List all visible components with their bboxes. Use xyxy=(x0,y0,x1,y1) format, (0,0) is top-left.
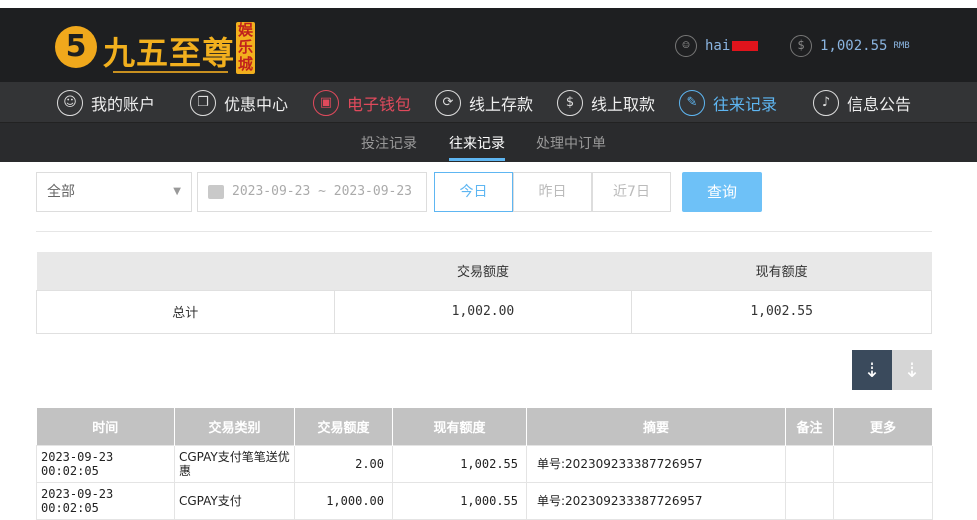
bell-icon: ♪ xyxy=(813,90,839,116)
active-tab-indicator xyxy=(449,158,505,161)
column-header-summary: 摘要 xyxy=(526,408,786,445)
logo-badge: 娱乐城 xyxy=(236,21,255,74)
currency-label: RMB xyxy=(893,41,910,51)
chevron-down-icon: ▼ xyxy=(173,186,181,197)
nav-item-wallet[interactable]: ▣ 电子钱包 xyxy=(313,89,411,117)
dollar-icon: $ xyxy=(790,35,812,57)
cell-type: CGPAY支付 xyxy=(174,481,295,520)
nav-item-account[interactable]: ☺ 我的账户 xyxy=(57,89,155,117)
cell-time: 2023-09-23 00:02:05 xyxy=(36,481,175,520)
balance-amount: 1,002.55 xyxy=(820,38,888,54)
cell-amount: 2.00 xyxy=(294,444,393,483)
nav-label: 往来记录 xyxy=(713,95,778,114)
query-button[interactable]: 查询 xyxy=(682,172,762,212)
last-7-days-button[interactable]: 近7日 xyxy=(592,172,671,212)
table-row: 2023-09-23 00:02:05 CGPAY支付 1,000.00 1,0… xyxy=(36,481,933,520)
nav-item-promotions[interactable]: ❒ 优惠中心 xyxy=(190,89,288,117)
tab-transaction-records[interactable]: 往来记录 xyxy=(449,133,505,153)
logo-text: 九五至尊 xyxy=(103,34,236,72)
summary-header: 现有额度 xyxy=(631,252,932,290)
nav-item-records[interactable]: ✎ 往来记录 xyxy=(679,89,777,117)
cell-remark xyxy=(785,444,834,483)
nav-label: 优惠中心 xyxy=(224,95,289,114)
nav-label: 线上取款 xyxy=(591,95,656,114)
records-icon: ✎ xyxy=(679,90,705,116)
logo-ornament xyxy=(113,71,228,73)
date-range-picker[interactable]: 2023-09-23 ~ 2023-09-23 xyxy=(197,172,427,212)
column-header-more: 更多 xyxy=(833,408,933,445)
cell-balance: 1,000.55 xyxy=(392,481,527,520)
column-header-balance: 现有额度 xyxy=(392,408,527,445)
username: hai xyxy=(705,38,731,54)
column-header-time: 时间 xyxy=(36,408,175,445)
summary-header xyxy=(36,252,335,290)
main-nav: ☺ 我的账户 ❒ 优惠中心 ▣ 电子钱包 ⟳ 线上存款 $ 线上取款 ✎ 往来记… xyxy=(0,82,977,123)
tab-bet-records[interactable]: 投注记录 xyxy=(361,133,417,153)
cell-more[interactable] xyxy=(833,481,933,520)
sort-desc-icon[interactable]: ⇣ xyxy=(852,350,892,390)
cell-time: 2023-09-23 00:02:05 xyxy=(36,444,175,483)
tab-pending-orders[interactable]: 处理中订单 xyxy=(536,133,606,153)
withdraw-icon: $ xyxy=(557,90,583,116)
balance-info: $ 1,002.55 RMB xyxy=(790,34,910,58)
column-header-amount: 交易额度 xyxy=(294,408,393,445)
type-select[interactable]: 全部 ▼ xyxy=(36,172,192,212)
sort-asc-icon[interactable]: ⇣ xyxy=(892,350,932,390)
column-header-type: 交易类别 xyxy=(174,408,295,445)
cell-type: CGPAY支付笔笔送优惠 xyxy=(174,444,295,483)
column-header-remark: 备注 xyxy=(785,408,834,445)
type-select-value: 全部 xyxy=(47,184,75,200)
cell-more[interactable] xyxy=(833,444,933,483)
calendar-icon xyxy=(208,185,224,199)
divider xyxy=(36,231,932,232)
cell-remark xyxy=(785,481,834,520)
today-button[interactable]: 今日 xyxy=(434,172,513,212)
gift-icon: ❒ xyxy=(190,90,216,116)
summary-table: 交易额度 现有额度 总计 1,002.00 1,002.55 xyxy=(36,252,932,334)
nav-label: 我的账户 xyxy=(91,95,156,114)
nav-item-withdraw[interactable]: $ 线上取款 xyxy=(557,89,655,117)
summary-header: 交易额度 xyxy=(334,252,632,290)
cell-amount: 1,000.00 xyxy=(294,481,393,520)
date-range-value: 2023-09-23 ~ 2023-09-23 xyxy=(232,184,413,199)
summary-current-balance: 1,002.55 xyxy=(631,289,932,334)
summary-total-label: 总计 xyxy=(36,289,335,334)
site-logo[interactable]: 5 九五至尊 娱乐城 xyxy=(55,18,260,78)
deposit-icon: ⟳ xyxy=(435,90,461,116)
cell-summary: 单号:20230923338772695​7 xyxy=(526,444,786,483)
nav-label: 信息公告 xyxy=(847,95,912,114)
sub-nav: 投注记录 往来记录 处理中订单 xyxy=(0,123,977,162)
cell-summary: 单号:202309233387726957 xyxy=(526,481,786,520)
summary-transaction-amount: 1,002.00 xyxy=(333,289,633,334)
records-table: 时间 交易类别 交易额度 现有额度 摘要 备注 更多 2023-09-23 00… xyxy=(36,408,933,520)
nav-item-notices[interactable]: ♪ 信息公告 xyxy=(813,89,911,117)
site-header: 5 九五至尊 娱乐城 ☺ hai $ 1,002.55 RMB xyxy=(0,8,977,82)
nav-label: 线上存款 xyxy=(469,95,534,114)
top-strip xyxy=(0,0,977,8)
logo-mark: 5 xyxy=(55,26,97,68)
nav-item-deposit[interactable]: ⟳ 线上存款 xyxy=(435,89,533,117)
redaction-mark xyxy=(732,41,759,51)
table-row: 2023-09-23 00:02:05 CGPAY支付笔笔送优惠 2.00 1,… xyxy=(36,444,933,483)
account-icon: ☺ xyxy=(57,90,83,116)
cell-balance: 1,002.55 xyxy=(392,444,527,483)
wallet-icon: ▣ xyxy=(313,90,339,116)
yesterday-button[interactable]: 昨日 xyxy=(513,172,592,212)
user-info[interactable]: ☺ hai xyxy=(675,34,759,58)
nav-label: 电子钱包 xyxy=(347,95,412,114)
user-icon: ☺ xyxy=(675,35,697,57)
